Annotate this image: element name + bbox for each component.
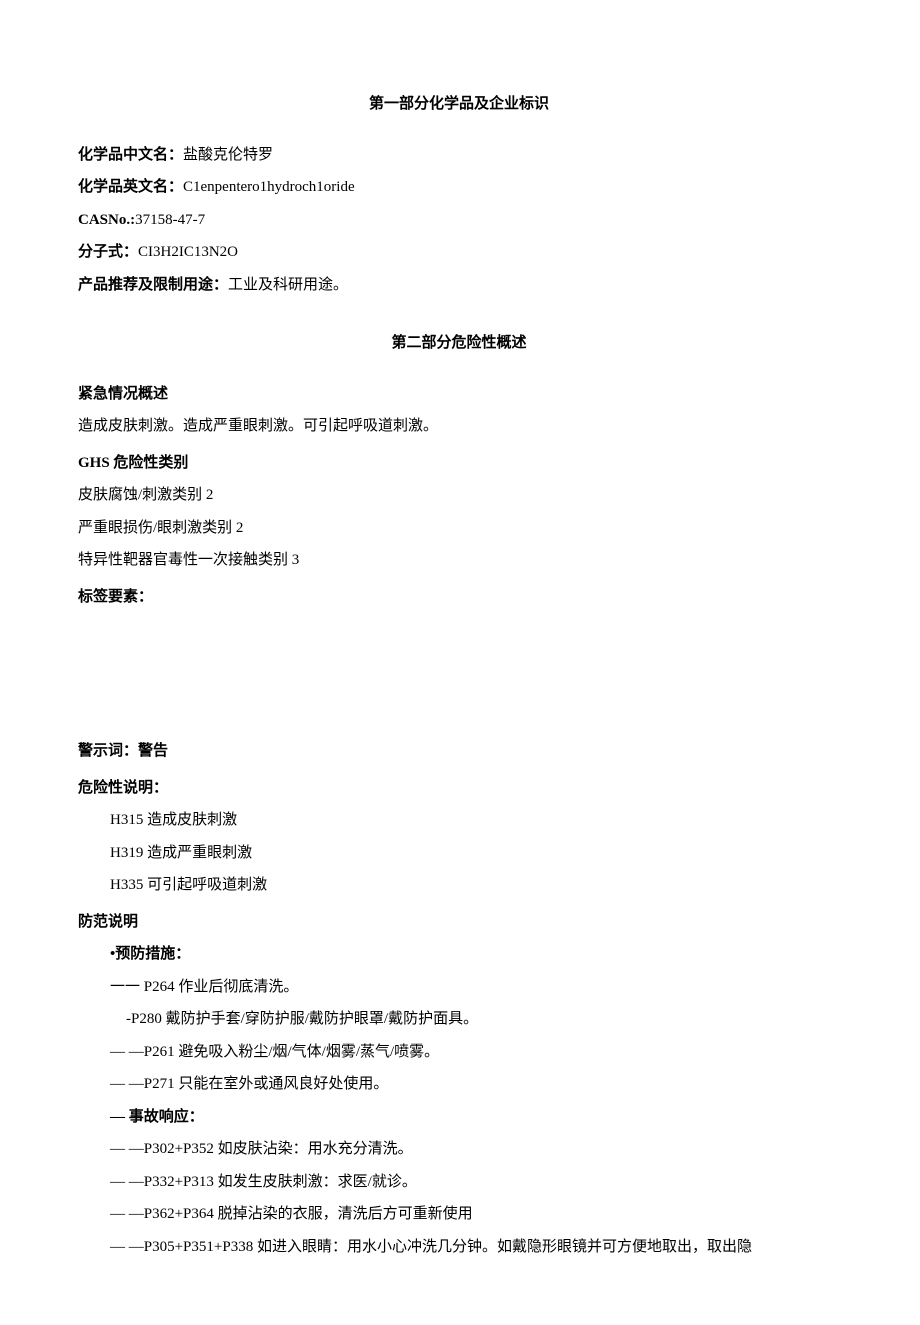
document-page: 第一部分化学品及企业标识 化学品中文名：盐酸克伦特罗 化学品英文名：C1enpe… bbox=[0, 0, 920, 1325]
label-elements-heading: 标签要素： bbox=[78, 583, 840, 612]
prevention-item-4: — —P271 只能在室外或通风良好处使用。 bbox=[78, 1070, 840, 1099]
ghs-item-2: 严重眼损伤/眼刺激类别 2 bbox=[78, 514, 840, 543]
pictogram-placeholder bbox=[78, 615, 840, 733]
prevention-item-3: — —P261 避免吸入粉尘/烟/气体/烟雾/蒸气/喷雾。 bbox=[78, 1038, 840, 1067]
response-item-1: — —P302+P352 如皮肤沾染：用水充分清洗。 bbox=[78, 1135, 840, 1164]
chemical-name-cn-label: 化学品中文名： bbox=[78, 147, 183, 163]
hazard-statement-heading: 危险性说明： bbox=[78, 774, 840, 803]
response-item-3: — —P362+P364 脱掉沾染的衣服，清洗后方可重新使用 bbox=[78, 1200, 840, 1229]
chemical-name-en-label: 化学品英文名： bbox=[78, 179, 183, 195]
signal-word-value: 警告 bbox=[138, 743, 168, 759]
signal-word-label: 警示词： bbox=[78, 743, 138, 759]
response-subheading-text: — 事故响应： bbox=[110, 1109, 204, 1125]
section1-title: 第一部分化学品及企业标识 bbox=[78, 90, 840, 119]
response-item-4: — —P305+P351+P338 如进入眼睛：用水小心冲洗几分钟。如戴隐形眼镜… bbox=[78, 1233, 840, 1262]
emergency-overview-text: 造成皮肤刺激。造成严重眼刺激。可引起呼吸道刺激。 bbox=[78, 412, 840, 441]
use-label: 产品推荐及限制用途： bbox=[78, 277, 228, 293]
formula-line: 分子式：CI3H2IC13N2O bbox=[78, 238, 840, 267]
hazard-item-3: H335 可引起呼吸道刺激 bbox=[78, 871, 840, 900]
formula-value: CI3H2IC13N2O bbox=[138, 244, 238, 260]
emergency-overview-heading: 紧急情况概述 bbox=[78, 380, 840, 409]
ghs-category-heading: GHS 危险性类别 bbox=[78, 449, 840, 478]
cas-no-value: 37158-47-7 bbox=[135, 212, 205, 228]
chemical-name-cn-value: 盐酸克伦特罗 bbox=[183, 147, 273, 163]
ghs-item-3: 特异性靶器官毒性一次接触类别 3 bbox=[78, 546, 840, 575]
prevention-item-2: -P280 戴防护手套/穿防护服/戴防护眼罩/戴防护面具。 bbox=[78, 1005, 840, 1034]
hazard-item-2: H319 造成严重眼刺激 bbox=[78, 839, 840, 868]
response-subheading: — 事故响应： bbox=[78, 1103, 840, 1132]
chemical-name-en-line: 化学品英文名：C1enpentero1hydroch1oride bbox=[78, 173, 840, 202]
chemical-name-en-value: C1enpentero1hydroch1oride bbox=[183, 179, 355, 195]
section2-title: 第二部分危险性概述 bbox=[78, 329, 840, 358]
prevention-subheading: •预防措施： bbox=[78, 940, 840, 969]
hazard-item-1: H315 造成皮肤刺激 bbox=[78, 806, 840, 835]
precaution-heading: 防范说明 bbox=[78, 908, 840, 937]
formula-label: 分子式： bbox=[78, 244, 138, 260]
prevention-subheading-text: •预防措施： bbox=[110, 946, 190, 962]
use-line: 产品推荐及限制用途：工业及科研用途。 bbox=[78, 271, 840, 300]
prevention-item-1: 一一 P264 作业后彻底清洗。 bbox=[78, 973, 840, 1002]
signal-word-line: 警示词：警告 bbox=[78, 737, 840, 766]
use-value: 工业及科研用途。 bbox=[228, 277, 348, 293]
cas-no-line: CASNo.:37158-47-7 bbox=[78, 206, 840, 235]
cas-no-label: CASNo.: bbox=[78, 212, 135, 228]
ghs-item-1: 皮肤腐蚀/刺激类别 2 bbox=[78, 481, 840, 510]
chemical-name-cn-line: 化学品中文名：盐酸克伦特罗 bbox=[78, 141, 840, 170]
response-item-2: — —P332+P313 如发生皮肤刺激：求医/就诊。 bbox=[78, 1168, 840, 1197]
